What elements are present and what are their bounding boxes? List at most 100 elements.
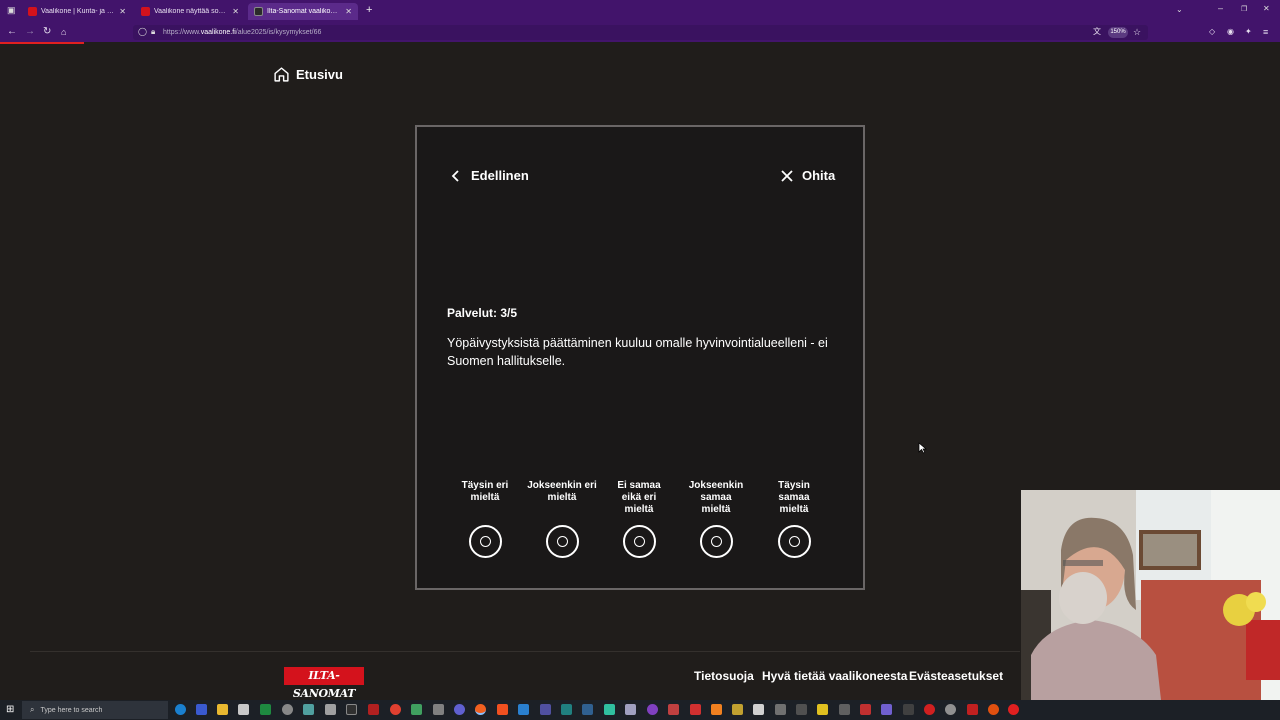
zoom-level-badge[interactable]: 150%: [1108, 27, 1128, 38]
lock-icon[interactable]: 🔒︎: [151, 27, 155, 37]
footer-link-cookies[interactable]: Evästeasetukset: [909, 669, 1003, 683]
footer-link-about[interactable]: Hyvä tietää vaalikoneesta: [762, 669, 907, 683]
app-icon[interactable]: [196, 704, 207, 715]
app-icon[interactable]: [796, 704, 807, 715]
app-menu-icon[interactable]: ≡: [1263, 26, 1268, 38]
opera-icon[interactable]: [924, 704, 935, 715]
webcam-person-image: [1021, 490, 1280, 700]
taskbar-search-box[interactable]: ⌕ Type here to search: [22, 701, 168, 719]
app-icon[interactable]: [753, 704, 764, 715]
skip-label: Ohita: [802, 168, 836, 183]
close-icon: [781, 169, 793, 182]
url-domain: vaalikone.fi: [200, 29, 236, 36]
app-icon[interactable]: [732, 704, 743, 715]
vlc-icon[interactable]: [711, 704, 722, 715]
app-icon[interactable]: [540, 704, 551, 715]
vscode-icon[interactable]: [518, 704, 529, 715]
app-icon[interactable]: [817, 704, 828, 715]
windows-taskbar: [0, 700, 1280, 720]
shield-icon[interactable]: ◯: [138, 27, 147, 36]
skip-button[interactable]: Ohita: [780, 168, 835, 183]
chevron-left-icon: [451, 169, 459, 182]
browser-tab-2[interactable]: Vaalikone näyttää sopivan ehdo ✕: [135, 3, 245, 20]
tab-title: Ilta-Sanomat vaalikone – Aluev: [267, 8, 341, 15]
app-icon[interactable]: [903, 704, 914, 715]
app-icon[interactable]: [368, 704, 379, 715]
footer-link-privacy[interactable]: Tietosuoja: [694, 669, 754, 683]
app-icon[interactable]: [454, 704, 465, 715]
tab-favicon-icon: [141, 7, 150, 16]
app-icon[interactable]: [433, 704, 444, 715]
windows-start-icon[interactable]: ⊞: [6, 704, 14, 715]
browser-tab-1[interactable]: Vaalikone | Kunta- ja aluevaalit ✕: [22, 3, 132, 20]
reload-icon[interactable]: ↻: [43, 26, 51, 38]
app-icon[interactable]: [303, 704, 314, 715]
app-icon[interactable]: [881, 704, 892, 715]
brave-icon[interactable]: [497, 704, 508, 715]
answer-option-2[interactable]: Jokseenkin eri mieltä: [527, 480, 597, 558]
terminal-icon[interactable]: [346, 704, 357, 715]
minimize-window-icon[interactable]: –: [1218, 3, 1223, 13]
previous-label: Edellinen: [471, 168, 529, 183]
answer-radio[interactable]: [622, 525, 656, 558]
app-icon[interactable]: [604, 704, 615, 715]
file-explorer-icon[interactable]: [217, 704, 228, 715]
webcam-overlay: [1021, 490, 1280, 700]
answer-option-4[interactable]: Jokseenkin samaa mieltä: [681, 480, 751, 558]
tab-list-chevron-icon[interactable]: ⌄: [1176, 5, 1183, 14]
answer-radio[interactable]: [468, 525, 502, 558]
app-icon[interactable]: [945, 704, 956, 715]
close-window-icon[interactable]: ✕: [1263, 4, 1270, 13]
answer-option-3[interactable]: Ei samaa eikä eri mieltä: [604, 480, 674, 558]
app-icon[interactable]: [860, 704, 871, 715]
app-icon[interactable]: [690, 704, 701, 715]
app-icon[interactable]: [411, 704, 422, 715]
tab-close-icon[interactable]: ✕: [228, 7, 239, 16]
steam-icon[interactable]: [582, 704, 593, 715]
answer-option-5[interactable]: Täysin samaa mieltä: [759, 480, 829, 558]
answer-radio[interactable]: [777, 525, 811, 558]
previous-button[interactable]: Edellinen: [451, 168, 529, 183]
store-icon[interactable]: [238, 704, 249, 715]
edge-icon[interactable]: [175, 704, 186, 715]
tab-close-icon[interactable]: ✕: [115, 7, 126, 16]
ilta-sanomat-logo[interactable]: ILTA-SANOMAT: [284, 667, 364, 700]
answer-option-1[interactable]: Täysin eri mieltä: [450, 480, 520, 558]
new-tab-button[interactable]: +: [366, 4, 372, 16]
mouse-cursor-icon: [918, 442, 927, 454]
app-icon[interactable]: [967, 704, 978, 715]
home-link-label: Etusivu: [296, 67, 343, 82]
app-icon[interactable]: [1008, 704, 1019, 715]
translate-icon[interactable]: 文: [1093, 26, 1101, 38]
excel-icon[interactable]: [260, 704, 271, 715]
chrome-icon[interactable]: [390, 704, 401, 715]
restore-window-icon[interactable]: ❐: [1241, 5, 1247, 13]
taskbar-search-placeholder: Type here to search: [40, 706, 103, 714]
forward-arrow-icon[interactable]: →: [25, 26, 35, 38]
app-icon[interactable]: [647, 704, 658, 715]
url-bar[interactable]: ◯ 🔒︎ https://www. vaalikone.fi/alue2025/i…: [133, 25, 1148, 40]
account-icon[interactable]: ◉: [1227, 26, 1234, 38]
app-icon[interactable]: [839, 704, 850, 715]
app-icon[interactable]: [561, 704, 572, 715]
tab-favicon-icon: [254, 7, 263, 16]
home-link[interactable]: Etusivu: [273, 66, 343, 83]
browser-menu-icon[interactable]: ▣: [7, 5, 16, 16]
app-icon[interactable]: [668, 704, 679, 715]
settings-gear-icon[interactable]: [282, 704, 293, 715]
app-icon[interactable]: [325, 704, 336, 715]
extensions-icon[interactable]: ✦: [1245, 26, 1252, 38]
tab-title: Vaalikone näyttää sopivan ehdo: [154, 8, 228, 15]
pocket-icon[interactable]: ◇: [1209, 26, 1215, 38]
app-icon[interactable]: [775, 704, 786, 715]
back-arrow-icon[interactable]: ←: [7, 26, 17, 38]
home-icon[interactable]: ⌂: [61, 26, 66, 38]
app-icon[interactable]: [625, 704, 636, 715]
bookmark-star-icon[interactable]: ☆: [1133, 26, 1141, 38]
answer-radio[interactable]: [545, 525, 579, 558]
app-icon[interactable]: [988, 704, 999, 715]
answer-radio[interactable]: [699, 525, 733, 558]
browser-tab-3[interactable]: Ilta-Sanomat vaalikone – Aluev ✕: [248, 3, 358, 20]
tab-close-icon[interactable]: ✕: [341, 7, 352, 16]
firefox-icon[interactable]: [475, 704, 486, 715]
